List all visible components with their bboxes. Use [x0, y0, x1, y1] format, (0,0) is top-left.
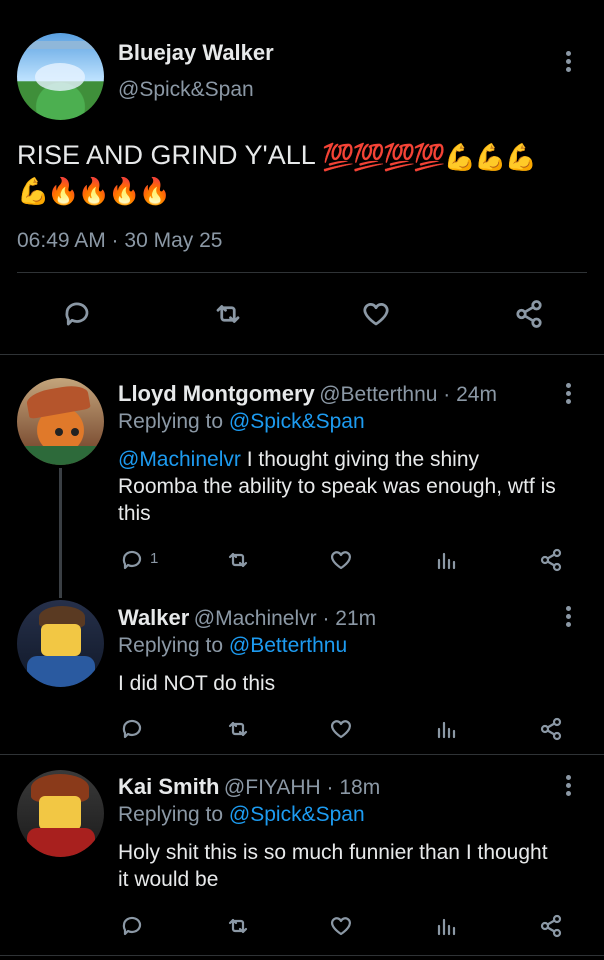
- views-icon[interactable]: [430, 544, 462, 576]
- tweet-text-body: RISE AND GRIND Y'ALL: [17, 140, 315, 170]
- like-icon[interactable]: [325, 544, 357, 576]
- share-icon[interactable]: [535, 910, 567, 942]
- reply-count: 1: [150, 550, 159, 567]
- author-name[interactable]: Lloyd Montgomery: [118, 381, 315, 406]
- divider: [0, 754, 604, 755]
- reply-header: Kai Smith @FIYAHH · 18m: [118, 774, 380, 800]
- views-icon[interactable]: [430, 910, 462, 942]
- author-handle[interactable]: @Spick&Span: [118, 78, 254, 102]
- retweet-icon[interactable]: [212, 298, 244, 330]
- replying-label: Replying to: [118, 634, 224, 657]
- share-icon[interactable]: [535, 713, 567, 745]
- reply-icon[interactable]: [116, 910, 148, 942]
- replying-label: Replying to: [118, 803, 224, 826]
- more-icon[interactable]: [566, 383, 572, 407]
- replying-to-handle[interactable]: @Spick&Span: [229, 803, 365, 826]
- author-name[interactable]: Bluejay Walker: [118, 40, 274, 66]
- tweet-text: RISE AND GRIND Y'ALL 💯💯💯💯💪💪💪 💪🔥🔥🔥🔥: [17, 138, 602, 206]
- tweet-timestamp: 06:49 AM · 30 May 25: [17, 229, 223, 252]
- replying-to-handle[interactable]: @Spick&Span: [229, 410, 365, 433]
- replying-to: Replying to @Betterthnu: [118, 634, 347, 658]
- author-handle[interactable]: @Betterthnu · 24m: [319, 383, 497, 406]
- share-icon[interactable]: [535, 544, 567, 576]
- emoji-line-2: 💪🔥🔥🔥🔥: [17, 175, 171, 206]
- reply-text: Holy shit this is so much funnier than I…: [118, 841, 548, 891]
- more-icon[interactable]: [566, 606, 572, 630]
- retweet-icon[interactable]: [222, 544, 254, 576]
- emoji-line-1: 💯💯💯💯💪💪💪: [322, 141, 537, 172]
- reply-header: Walker @Machinelvr · 21m: [118, 605, 376, 631]
- avatar[interactable]: [17, 770, 104, 857]
- like-icon[interactable]: [360, 298, 392, 330]
- more-icon[interactable]: [566, 775, 572, 799]
- divider: [0, 354, 604, 355]
- share-icon[interactable]: [513, 298, 545, 330]
- replying-to: Replying to @Spick&Span: [118, 410, 365, 434]
- reply-icon[interactable]: [116, 544, 148, 576]
- replying-to: Replying to @Spick&Span: [118, 803, 365, 827]
- reply-header: Lloyd Montgomery @Betterthnu · 24m: [118, 381, 497, 407]
- reply-icon[interactable]: [61, 298, 93, 330]
- author-handle[interactable]: @FIYAHH · 18m: [224, 776, 380, 799]
- author-name[interactable]: Walker: [118, 605, 189, 630]
- divider: [17, 272, 587, 273]
- like-icon[interactable]: [325, 713, 357, 745]
- like-icon[interactable]: [325, 910, 357, 942]
- reply-text: I did NOT do this: [118, 672, 276, 695]
- author-handle[interactable]: @Machinelvr · 21m: [194, 607, 376, 630]
- author-name[interactable]: Kai Smith: [118, 774, 219, 799]
- replying-label: Replying to: [118, 410, 224, 433]
- avatar[interactable]: [17, 33, 104, 120]
- thread-line: [59, 468, 62, 598]
- mention-link[interactable]: @Machinelvr: [118, 448, 241, 471]
- divider: [0, 955, 604, 956]
- retweet-icon[interactable]: [222, 910, 254, 942]
- replying-to-handle[interactable]: @Betterthnu: [229, 634, 347, 657]
- views-icon[interactable]: [430, 713, 462, 745]
- avatar[interactable]: [17, 378, 104, 465]
- reply-icon[interactable]: [116, 713, 148, 745]
- reply-text: @Machinelvr I thought giving the shiny R…: [118, 446, 558, 527]
- more-icon[interactable]: [566, 51, 572, 75]
- retweet-icon[interactable]: [222, 713, 254, 745]
- avatar[interactable]: [17, 600, 104, 687]
